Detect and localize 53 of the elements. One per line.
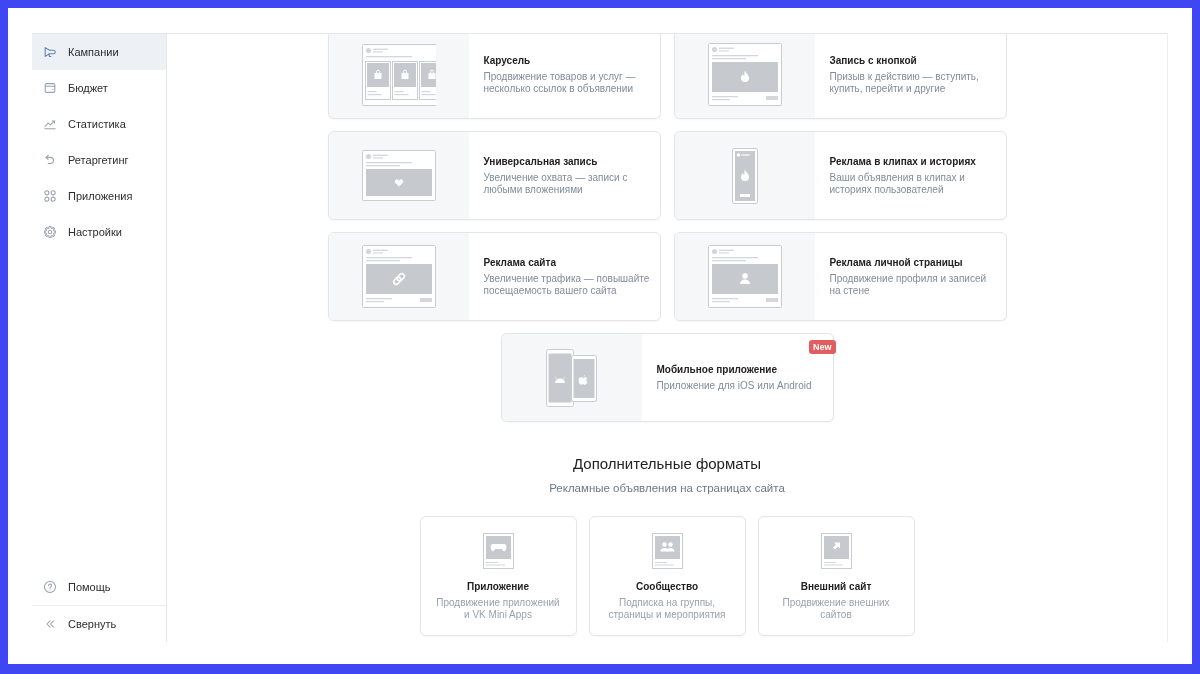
wallet-icon	[43, 81, 57, 95]
sidebar-item[interactable]: Настройки	[32, 214, 166, 250]
sidebar-item[interactable]: Кампании	[32, 34, 166, 70]
gamepad-card-icon	[482, 533, 514, 569]
format-title: Реклама личной страницы	[829, 256, 964, 268]
people-card-icon	[651, 533, 683, 569]
format-card[interactable]: Карусель Продвижение товаров и услуг — несколько ссылок в объявлении	[327, 34, 661, 119]
format-title: Приложение	[467, 581, 529, 592]
format-description: Продвижение внешних сайтов	[781, 597, 891, 621]
format-title: Запись с кнопкой	[829, 54, 918, 66]
help-icon	[43, 580, 57, 594]
sidebar-item[interactable]: Бюджет	[32, 70, 166, 106]
format-description: Увеличение трафика — повышайте посещаемость вашего сайта	[483, 272, 651, 297]
format-card[interactable]: Универсальная запись Увеличение охвата — записи с любыми вложениями	[327, 131, 661, 220]
format-card[interactable]: Реклама в клипах и историях Ваши объявления в клипах и историях пользователей	[673, 131, 1007, 220]
format-description: Продвижение приложений и VK Mini Apps	[435, 597, 561, 621]
format-title: Мобильное приложение	[656, 363, 778, 375]
format-card[interactable]: Запись с кнопкой Призыв к действию — вступить, купить, перейти и другие	[673, 34, 1007, 119]
format-description: Приложение для iOS или Android	[656, 379, 812, 392]
new-badge: New	[809, 340, 836, 354]
sidebar-item[interactable]: Ретаргетинг	[32, 142, 166, 178]
megaphone-icon	[43, 45, 57, 59]
format-title: Карусель	[483, 54, 532, 66]
phone-story-illustration	[731, 147, 758, 204]
format-description: Призыв к действию — вступить, купить, перейти и другие	[829, 70, 980, 95]
format-title: Универсальная запись	[483, 155, 599, 167]
undo-arrow-icon	[43, 153, 57, 167]
sidebar-item[interactable]: Свернуть	[32, 606, 166, 642]
format-title: Реклама в клипах и историях	[829, 155, 977, 167]
format-card[interactable]: Приложение Продвижение приложений и VK Mini Apps	[419, 516, 577, 636]
format-card[interactable]: Реклама сайта Увеличение трафика — повышайте посещаемость вашего сайта	[327, 232, 661, 321]
format-card[interactable]: Реклама личной страницы Продвижение профиля и записей на стене	[673, 232, 1007, 321]
section-heading: Дополнительные форматы	[573, 455, 761, 473]
format-description: Ваши объявления в клипах и историях пользователей	[829, 171, 966, 196]
format-card[interactable]: Внешний сайт Продвижение внешних сайтов	[757, 516, 915, 636]
sidebar-item[interactable]: Помощь	[32, 569, 166, 605]
settings-icon	[43, 225, 57, 239]
arrow-card-icon	[820, 533, 852, 569]
apps-grid-icon	[43, 189, 57, 203]
sidebar-item[interactable]: Статистика	[32, 106, 166, 142]
sidebar-item[interactable]: Приложения	[32, 178, 166, 214]
format-description: Продвижение товаров и услуг — несколько ссылок в объявлении	[483, 70, 637, 95]
format-title: Внешний сайт	[800, 581, 872, 592]
format-card[interactable]: Сообщество Подписка на группы, страницы и мероприятия	[588, 516, 746, 636]
chart-line-icon	[43, 117, 57, 131]
format-description: Продвижение профиля и записей на стене	[829, 272, 988, 297]
phones-illustration	[545, 348, 598, 407]
section-subtitle: Рекламные объявления на страницах сайта	[549, 481, 785, 496]
format-title: Сообщество	[635, 581, 699, 592]
format-title: Реклама сайта	[483, 256, 557, 268]
format-description: Увеличение охвата — записи с любыми вложениями	[483, 171, 629, 196]
format-description: Подписка на группы, страницы и мероприятия	[607, 597, 727, 621]
format-card[interactable]: Мобильное приложение Приложение для iOS или Android New	[500, 333, 834, 422]
